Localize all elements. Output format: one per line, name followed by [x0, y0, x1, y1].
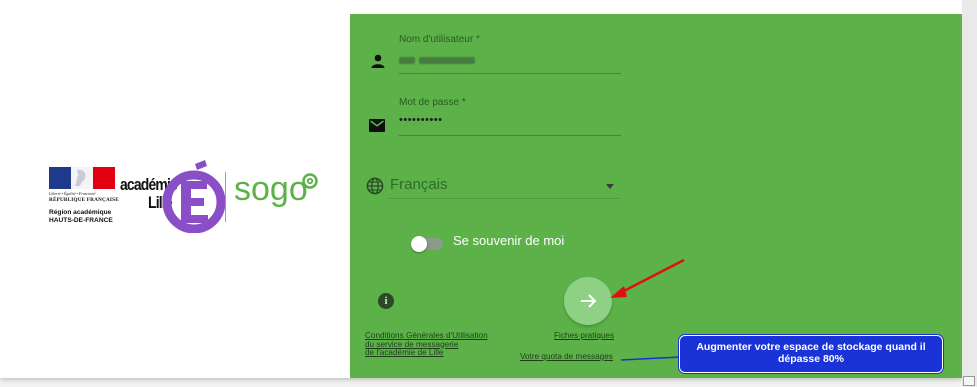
language-underline [388, 198, 620, 199]
language-select[interactable]: Français [388, 172, 620, 198]
username-input[interactable] [395, 50, 621, 74]
tricolor-flag [49, 167, 115, 189]
login-submit-button[interactable] [564, 277, 612, 325]
globe-icon [366, 177, 384, 195]
motto-text: Liberté • Égalité • Fraternité [49, 191, 96, 196]
branding-panel: Liberté • Égalité • Fraternité RÉPUBLIQU… [0, 0, 350, 378]
info-icon[interactable]: i [378, 293, 394, 309]
flag-blue [49, 167, 71, 189]
callout-line-2: dépasse 80% [778, 353, 844, 365]
quota-link[interactable]: Votre quota de messages [520, 352, 613, 362]
resize-corner [963, 376, 975, 386]
window-edge [962, 0, 977, 387]
region-line-1: Région académique [49, 209, 112, 216]
chevron-down-icon [606, 184, 614, 189]
password-underline [399, 135, 621, 136]
logo-row: Liberté • Égalité • Fraternité RÉPUBLIQU… [48, 160, 338, 233]
username-value-blurred-1 [399, 57, 415, 64]
marianne-logo: Liberté • Égalité • Fraternité RÉPUBLIQU… [48, 167, 119, 229]
sogo-wordmark: sogo [234, 170, 308, 208]
republique-text: RÉPUBLIQUE FRANÇAISE [49, 197, 119, 203]
user-icon [371, 54, 385, 68]
logo-separator [225, 172, 226, 222]
marianne-profile-icon [75, 169, 86, 186]
envelope-icon [369, 119, 385, 132]
fiches-pratiques-link[interactable]: Fiches pratiques [554, 331, 614, 341]
region-text: Région académique HAUTS-DE-FRANCE [49, 209, 113, 225]
login-panel: Nom d'utilisateur * Mot de passe * •••••… [350, 14, 962, 378]
academie-e-logo [162, 160, 226, 233]
username-value-blurred-2 [419, 57, 475, 64]
callout-line-1: Augmenter votre espace de stockage quand… [696, 341, 926, 353]
remember-toggle[interactable] [411, 236, 443, 252]
language-value: Français [390, 176, 448, 193]
username-underline [399, 73, 621, 74]
flag-red [93, 167, 115, 189]
flag-white [71, 167, 93, 189]
username-label: Nom d'utilisateur * [399, 34, 480, 45]
cgu-line-3: de l'académie de Lille [365, 348, 444, 357]
cgu-link[interactable]: Conditions Générales d'Utilisation du se… [365, 331, 488, 358]
password-input[interactable]: •••••••••• [399, 114, 443, 126]
remember-label: Se souvenir de moi [453, 233, 565, 248]
login-window: Liberté • Égalité • Fraternité RÉPUBLIQU… [0, 0, 962, 378]
password-label: Mot de passe * [399, 97, 466, 108]
arrow-right-icon [581, 294, 597, 308]
toggle-knob [411, 236, 427, 252]
storage-callout: Augmenter votre espace de stockage quand… [679, 335, 943, 373]
sogo-logo: sogo [234, 170, 318, 208]
region-line-2: HAUTS-DE-FRANCE [49, 217, 113, 224]
